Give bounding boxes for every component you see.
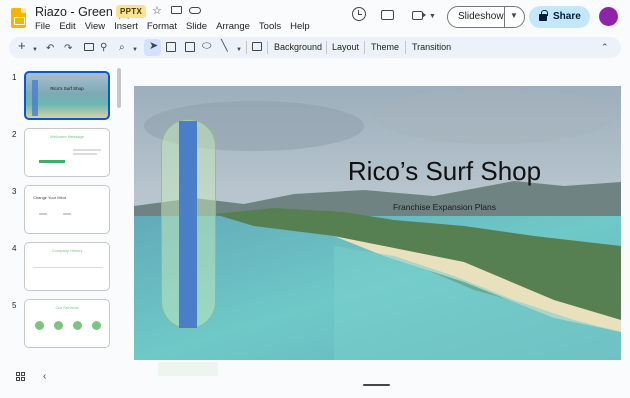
zoom-icon[interactable]: ⌕	[119, 41, 125, 54]
slide-number: 4	[12, 244, 17, 253]
version-history-icon[interactable]	[352, 7, 366, 21]
menu-format[interactable]: Format	[147, 21, 182, 32]
cloud-status-icon[interactable]	[189, 7, 201, 14]
slide-number: 5	[12, 301, 17, 310]
slide-canvas[interactable]: Rico’s Surf Shop Franchise Expansion Pla…	[134, 86, 621, 360]
menu-view[interactable]: View	[85, 21, 110, 32]
slide-thumbnail-3[interactable]: Change Your Mind	[24, 185, 110, 234]
divider	[405, 41, 406, 54]
share-button[interactable]: Share	[529, 6, 590, 28]
paint-format-icon[interactable]: ⚲	[100, 41, 107, 54]
thumbnail-circle	[73, 321, 82, 330]
chevron-down-icon[interactable]: ▼	[32, 44, 38, 57]
slide-number: 3	[12, 187, 17, 196]
menu-arrange[interactable]: Arrange	[216, 21, 255, 32]
thumbnail-title: Welcome Message	[50, 134, 84, 139]
divider	[504, 7, 505, 27]
divider	[326, 41, 327, 54]
filmstrip-scrollbar[interactable]	[117, 68, 121, 108]
slideshow-options-chevron-icon[interactable]: ▼	[510, 11, 518, 20]
slide-title[interactable]: Rico’s Surf Shop	[134, 156, 621, 187]
line-icon[interactable]: ╲	[221, 40, 228, 53]
thumbnail-title: Rico's Surf Shop	[50, 86, 84, 91]
thumbnail-text-line	[73, 149, 101, 151]
avatar[interactable]	[599, 7, 618, 26]
slideshow-label: Slideshow	[458, 11, 504, 22]
slides-logo-icon[interactable]	[11, 8, 26, 28]
title-bar: Riazo - Green (1) PPTX ☆ File Edit View …	[0, 0, 630, 36]
insert-image-icon[interactable]	[185, 42, 195, 52]
meet-video-icon[interactable]	[412, 11, 426, 20]
chevron-down-icon[interactable]: ▼	[429, 13, 436, 20]
collapse-toolbar-chevron-up-icon[interactable]: ⌃	[601, 41, 609, 54]
drag-ghost	[158, 362, 218, 376]
print-icon[interactable]	[84, 43, 94, 51]
chevron-down-icon[interactable]: ▼	[236, 44, 242, 57]
slide-number: 1	[12, 73, 17, 82]
thumbnail-timeline	[33, 267, 103, 268]
lock-icon	[539, 10, 548, 21]
comment-add-icon[interactable]	[252, 42, 262, 51]
undo-icon[interactable]: ↶	[46, 42, 54, 55]
move-folder-icon[interactable]	[171, 6, 182, 14]
shape-icon[interactable]: ⬭	[202, 40, 211, 53]
menu-help[interactable]: Help	[290, 21, 315, 32]
divider	[364, 41, 365, 54]
divider	[246, 41, 247, 54]
slide-number: 2	[12, 130, 17, 139]
menu-slide[interactable]: Slide	[186, 21, 212, 32]
thumbnail-text-line	[39, 213, 47, 215]
cursor-select-icon: ➤	[149, 40, 159, 52]
comments-icon[interactable]	[381, 10, 394, 20]
file-type-badge: PPTX	[116, 5, 147, 18]
share-label: Share	[553, 11, 581, 22]
chevron-down-icon[interactable]: ▼	[132, 44, 138, 57]
slide-subtitle[interactable]: Franchise Expansion Plans	[134, 202, 621, 212]
thumbnail-text-line	[73, 153, 97, 155]
toolbar: + ▼ ↶ ↷ ⚲ ⌕ ▼ ➤ ⬭ ╲ ▼ Background Layout …	[9, 37, 621, 58]
speaker-notes-resize-handle[interactable]	[363, 384, 390, 386]
thumbnail-circle	[92, 321, 101, 330]
menu-file[interactable]: File	[35, 21, 55, 32]
slide-thumbnail-4[interactable]: Company History	[24, 242, 110, 291]
thumbnail-circle	[54, 321, 63, 330]
thumbnail-circle	[35, 321, 44, 330]
star-icon[interactable]: ☆	[152, 4, 162, 17]
slide-thumbnail-1[interactable]: Rico's Surf Shop	[24, 71, 110, 120]
divider	[267, 41, 268, 54]
thumbnail-title: Company History	[51, 248, 83, 253]
redo-icon[interactable]: ↷	[64, 42, 72, 55]
background-button[interactable]: Background	[274, 42, 322, 52]
grid-view-icon[interactable]	[16, 372, 26, 381]
thumbnail-text-line	[63, 213, 71, 215]
thumbnail-title: Our Services	[55, 305, 79, 310]
menu-insert[interactable]: Insert	[114, 21, 143, 32]
menu-edit[interactable]: Edit	[59, 21, 80, 32]
menu-bar: File Edit View Insert Format Slide Arran…	[35, 21, 319, 32]
slideshow-button[interactable]: Slideshow ▼	[447, 6, 525, 28]
new-slide-plus-icon[interactable]: +	[18, 39, 26, 52]
decorative-blue-bar[interactable]	[179, 121, 197, 328]
thumbnail-title: Change Your Mind	[33, 195, 66, 200]
transition-button[interactable]: Transition	[412, 42, 451, 52]
theme-button[interactable]: Theme	[371, 42, 399, 52]
slide-thumbnail-2[interactable]: Welcome Message	[24, 128, 110, 177]
text-box-icon[interactable]	[166, 42, 176, 52]
collapse-filmstrip-chevron-left-icon[interactable]: ‹	[43, 371, 46, 382]
layout-button[interactable]: Layout	[332, 42, 359, 52]
menu-tools[interactable]: Tools	[259, 21, 286, 32]
thumbnail-accent	[39, 160, 65, 163]
slide-thumbnail-5[interactable]: Our Services	[24, 299, 110, 348]
